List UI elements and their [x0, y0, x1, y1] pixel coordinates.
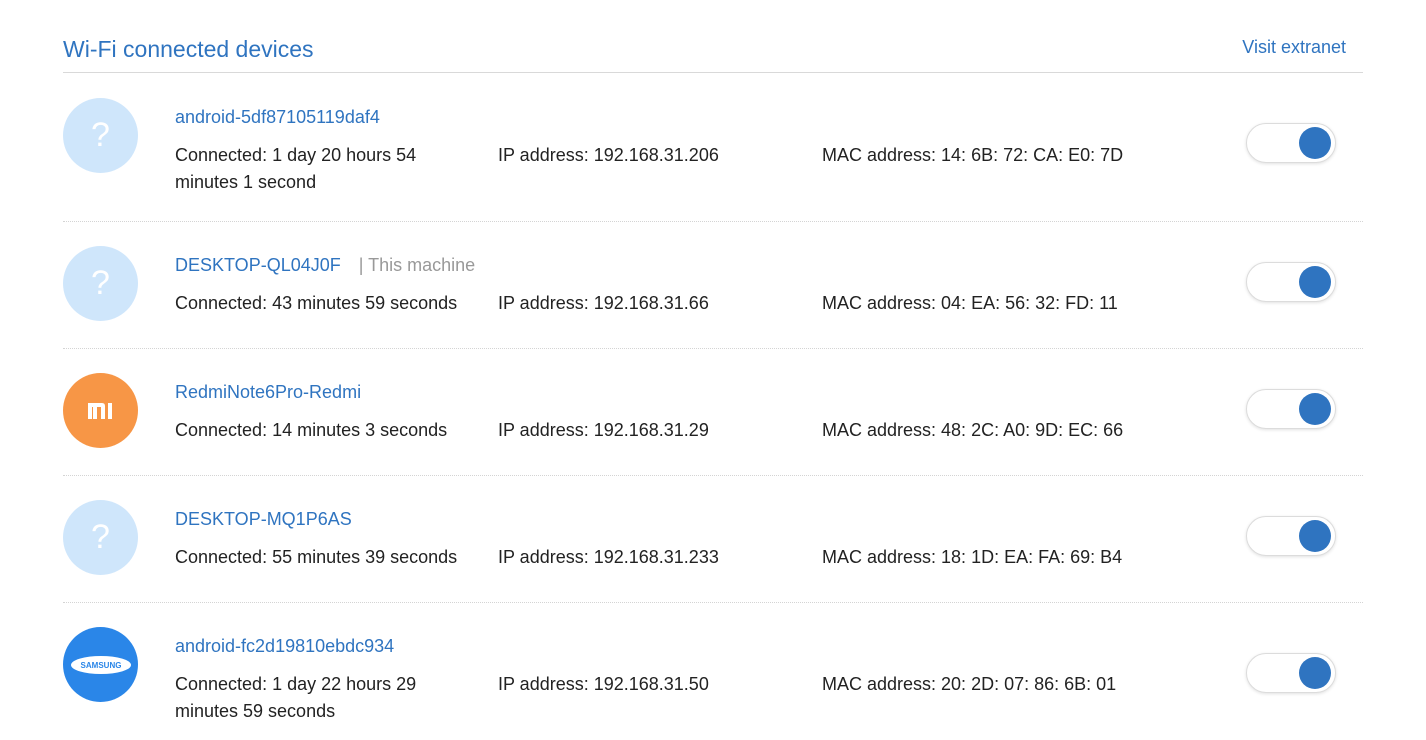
network-access-toggle[interactable]	[1246, 123, 1336, 163]
device-name[interactable]: android-fc2d19810ebdc934	[175, 636, 394, 657]
toggle-knob	[1299, 393, 1331, 425]
xiaomi-logo-icon	[63, 373, 138, 448]
mac-address: MAC address: 18: 1D: EA: FA: 69: B4	[822, 547, 1123, 567]
visit-extranet-link[interactable]: Visit extranet	[1242, 37, 1346, 58]
wifi-devices-page: Wi-Fi connected devices Visit extranet ?…	[0, 0, 1426, 736]
device-name[interactable]: RedmiNote6Pro-Redmi	[175, 382, 361, 403]
svg-text:SAMSUNG: SAMSUNG	[80, 661, 121, 670]
connected-duration: Connected: 1 day 20 hours 54 minutes 1 s…	[175, 145, 417, 192]
toggle-knob	[1299, 127, 1331, 159]
device-name[interactable]: DESKTOP-MQ1P6AS	[175, 509, 352, 530]
unknown-device-icon: ?	[63, 98, 138, 173]
network-access-toggle[interactable]	[1246, 389, 1336, 429]
this-machine-tag: | This machine	[358, 255, 476, 275]
device-name-link[interactable]: DESKTOP-QL04J0F	[175, 255, 341, 275]
unknown-device-icon: ?	[63, 500, 138, 575]
device-name[interactable]: android-5df87105119daf4	[175, 107, 380, 128]
question-mark-glyph: ?	[91, 116, 110, 154]
device-row: SAMSUNG android-fc2d19810ebdc934 Connect…	[63, 603, 1363, 740]
question-mark-glyph: ?	[91, 518, 110, 556]
ip-address: IP address: 192.168.31.206	[498, 145, 719, 165]
connected-duration: Connected: 55 minutes 39 seconds	[175, 547, 458, 567]
network-access-toggle[interactable]	[1246, 653, 1336, 693]
device-row: ? DESKTOP-QL04J0F | This machine Connecte…	[63, 222, 1363, 349]
mac-address: MAC address: 48: 2C: A0: 9D: EC: 66	[822, 420, 1124, 440]
xiaomi-mi-glyph	[87, 402, 112, 419]
mac-address: MAC address: 20: 2D: 07: 86: 6B: 01	[822, 674, 1117, 694]
device-list: ? android-5df87105119daf4 Connected: 1 d…	[63, 72, 1363, 740]
samsung-wordmark-glyph: SAMSUNG	[70, 655, 131, 674]
network-access-toggle[interactable]	[1246, 262, 1336, 302]
question-mark-glyph: ?	[91, 264, 110, 302]
ip-address: IP address: 192.168.31.233	[498, 547, 719, 567]
ip-address: IP address: 192.168.31.29	[498, 420, 709, 440]
page-title: Wi-Fi connected devices	[63, 36, 314, 62]
device-row: ? android-5df87105119daf4 Connected: 1 d…	[63, 72, 1363, 222]
connected-duration: Connected: 43 minutes 59 seconds	[175, 293, 458, 313]
ip-address: IP address: 192.168.31.66	[498, 293, 709, 313]
unknown-device-icon: ?	[63, 246, 138, 321]
mac-address: MAC address: 04: EA: 56: 32: FD: 11	[822, 293, 1118, 313]
connected-duration: Connected: 14 minutes 3 seconds	[175, 420, 448, 440]
toggle-knob	[1299, 657, 1331, 689]
section-header: Wi-Fi connected devices Visit extranet	[63, 30, 1363, 73]
ip-address: IP address: 192.168.31.50	[498, 674, 709, 694]
device-name: DESKTOP-QL04J0F | This machine	[175, 255, 475, 276]
connected-duration: Connected: 1 day 22 hours 29 minutes 59 …	[175, 674, 417, 721]
toggle-knob	[1299, 520, 1331, 552]
device-row: ? DESKTOP-MQ1P6AS Connected: 55 minutes …	[63, 476, 1363, 603]
network-access-toggle[interactable]	[1246, 516, 1336, 556]
mac-address: MAC address: 14: 6B: 72: CA: E0: 7D	[822, 145, 1124, 165]
toggle-knob	[1299, 266, 1331, 298]
samsung-logo-icon: SAMSUNG	[63, 627, 138, 702]
device-row: RedmiNote6Pro-Redmi Connected: 14 minute…	[63, 349, 1363, 476]
